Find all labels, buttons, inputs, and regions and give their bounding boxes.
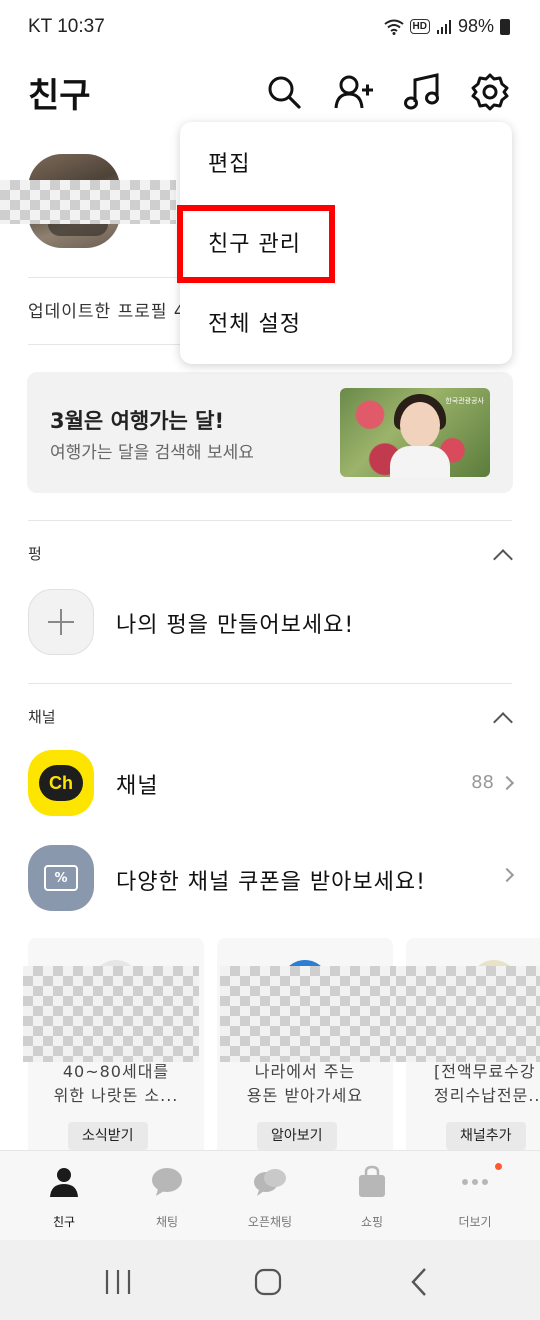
redacted-area	[0, 180, 176, 224]
coupon-chevron[interactable]	[499, 867, 515, 883]
subscribe-button[interactable]: 소식받기	[68, 1122, 148, 1150]
plus-icon	[48, 609, 74, 635]
chevron-right-icon	[499, 867, 515, 883]
add-channel-button[interactable]: 채널추가	[446, 1122, 526, 1150]
banner-image-tag: 한국관광공사	[445, 397, 484, 405]
updated-profiles-label[interactable]: 업데이트한 프로필 4	[28, 297, 186, 322]
tab-friends[interactable]: 친구	[24, 1165, 104, 1230]
card-text: 나라에서 주는 용돈 받아가세요	[246, 1062, 364, 1105]
person-icon	[50, 1168, 78, 1197]
channel-count[interactable]: 88	[471, 772, 515, 793]
ad-banner[interactable]: 3월은 여행가는 달! 여행가는 달을 검색해 보세요 한국관광공사	[27, 372, 513, 493]
card-text: 40~80세대를 위한 나랏돈 소...	[53, 1062, 179, 1105]
carrier-time: KT 10:37	[28, 16, 105, 37]
music-icon[interactable]	[402, 72, 442, 112]
wifi-icon	[383, 19, 404, 35]
search-icon[interactable]	[264, 72, 304, 112]
channel-count-badge: 88	[471, 772, 494, 793]
coupon-label[interactable]: 다양한 채널 쿠폰을 받아보세요!	[116, 864, 426, 896]
open-chat-icon	[254, 1169, 286, 1196]
recent-apps-button[interactable]	[88, 1262, 148, 1302]
battery-percent: 98%	[457, 16, 494, 36]
bottom-tab-bar: 친구 채팅 오픈채팅 쇼핑 더보기	[0, 1150, 540, 1240]
collapse-channel-icon[interactable]	[493, 712, 513, 732]
tab-more[interactable]: 더보기	[435, 1165, 515, 1230]
create-pung-label[interactable]: 나의 펑을 만들어보세요!	[116, 607, 354, 639]
section-label-pung: 펑	[28, 545, 42, 563]
hd-badge: HD	[409, 19, 430, 34]
add-friend-icon[interactable]	[334, 72, 374, 112]
coupon-icon[interactable]: %	[28, 845, 94, 911]
redacted-area	[220, 966, 396, 1062]
card-text: [전액무료수강 정리수납전문...	[434, 1062, 540, 1105]
banner-subtitle: 여행가는 달을 검색해 보세요	[50, 443, 254, 463]
collapse-pung-icon[interactable]	[493, 549, 513, 569]
channel-icon[interactable]: Ch	[28, 750, 94, 816]
menu-item-all-settings[interactable]: 전체 설정	[180, 282, 512, 362]
tab-shopping[interactable]: 쇼핑	[332, 1165, 412, 1230]
highlight-box	[177, 205, 335, 283]
chat-bubble-icon	[152, 1168, 182, 1196]
status-icons: HD 98%	[383, 16, 510, 37]
home-button[interactable]	[238, 1262, 298, 1302]
menu-item-edit[interactable]: 편집	[180, 122, 512, 202]
page-title: 친구	[28, 76, 91, 116]
learn-more-button[interactable]: 알아보기	[257, 1122, 337, 1150]
shopping-bag-icon	[359, 1165, 385, 1197]
divider	[28, 683, 512, 684]
channel-label[interactable]: 채널	[116, 768, 158, 800]
header: 친구	[0, 60, 540, 130]
create-pung-button[interactable]	[28, 589, 94, 655]
tab-chats[interactable]: 채팅	[127, 1165, 207, 1230]
signal-icon	[436, 19, 451, 34]
divider	[28, 520, 512, 521]
system-nav-bar	[0, 1240, 540, 1320]
tab-open-chat[interactable]: 오픈채팅	[230, 1165, 310, 1230]
back-button[interactable]	[390, 1262, 450, 1302]
channel-cards: 40~80세대를 위한 나랏돈 소... 소식받기 나라에서 주는 용돈 받아가세요…	[0, 938, 540, 1150]
redacted-area	[396, 966, 540, 1062]
more-icon	[462, 1179, 488, 1185]
status-bar: KT 10:37 HD 98%	[0, 0, 540, 56]
notification-dot	[495, 1163, 502, 1170]
banner-title: 3월은 여행가는 달!	[50, 409, 225, 433]
section-label-channel: 채널	[28, 708, 56, 726]
banner-image: 한국관광공사	[340, 388, 490, 477]
redacted-area	[23, 966, 199, 1062]
settings-icon[interactable]	[470, 72, 510, 112]
battery-icon	[500, 18, 510, 35]
chevron-right-icon	[499, 775, 515, 790]
